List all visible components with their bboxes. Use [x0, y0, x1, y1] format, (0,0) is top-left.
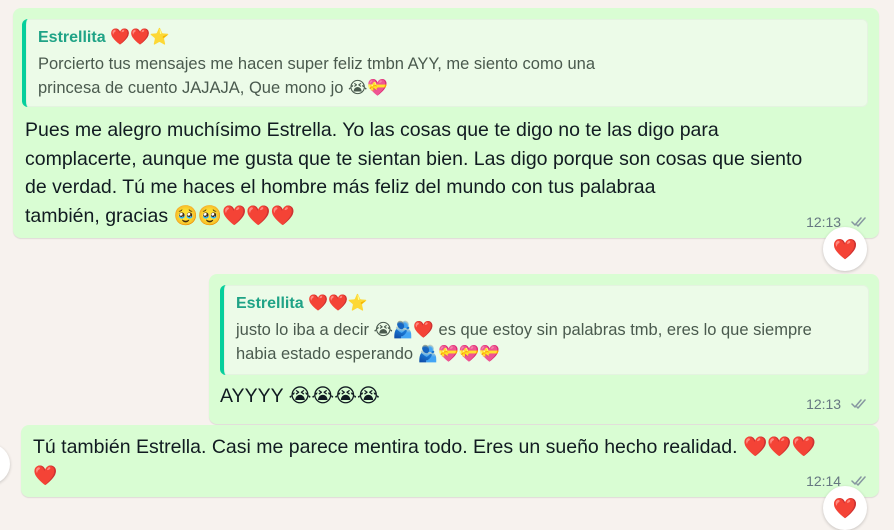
message-text: Tú también Estrella. Casi me parece ment…	[33, 436, 816, 487]
quoted-sender-name: Estrellita ❤️❤️⭐	[236, 295, 368, 312]
heart-icon: ❤️	[832, 238, 858, 261]
message-text: Pues me alegro muchísimo Estrella. Yo la…	[25, 119, 803, 227]
quoted-message[interactable]: Estrellita ❤️❤️⭐ justo lo iba a decir 😭🫂…	[220, 285, 869, 375]
double-check-icon	[851, 473, 867, 489]
scroll-edge-button[interactable]	[0, 444, 10, 484]
message-text: AYYYY 😭😭😭😭	[220, 385, 380, 407]
quoted-text: Porcierto tus mensajes me hacen super fe…	[38, 55, 596, 97]
message-bubble[interactable]: Estrellita ❤️❤️⭐ justo lo iba a decir 😭🫂…	[209, 274, 879, 424]
heart-icon: ❤️	[832, 497, 858, 520]
message-bubble[interactable]: Estrellita ❤️❤️⭐ Porcierto tus mensajes …	[13, 8, 879, 238]
message-time: 12:13	[806, 396, 842, 412]
reaction-badge[interactable]: ❤️	[823, 227, 867, 271]
double-check-icon	[851, 396, 867, 412]
quoted-message[interactable]: Estrellita ❤️❤️⭐ Porcierto tus mensajes …	[22, 19, 868, 107]
message-meta: 12:13	[806, 396, 867, 412]
quoted-sender-name: Estrellita ❤️❤️⭐	[38, 29, 170, 46]
reaction-badge[interactable]: ❤️	[823, 486, 867, 530]
double-check-icon	[851, 214, 867, 230]
quoted-text: justo lo iba a decir 😭🫂❤️ es que estoy s…	[236, 321, 812, 363]
message-bubble[interactable]: Tú también Estrella. Casi me parece ment…	[21, 425, 879, 497]
